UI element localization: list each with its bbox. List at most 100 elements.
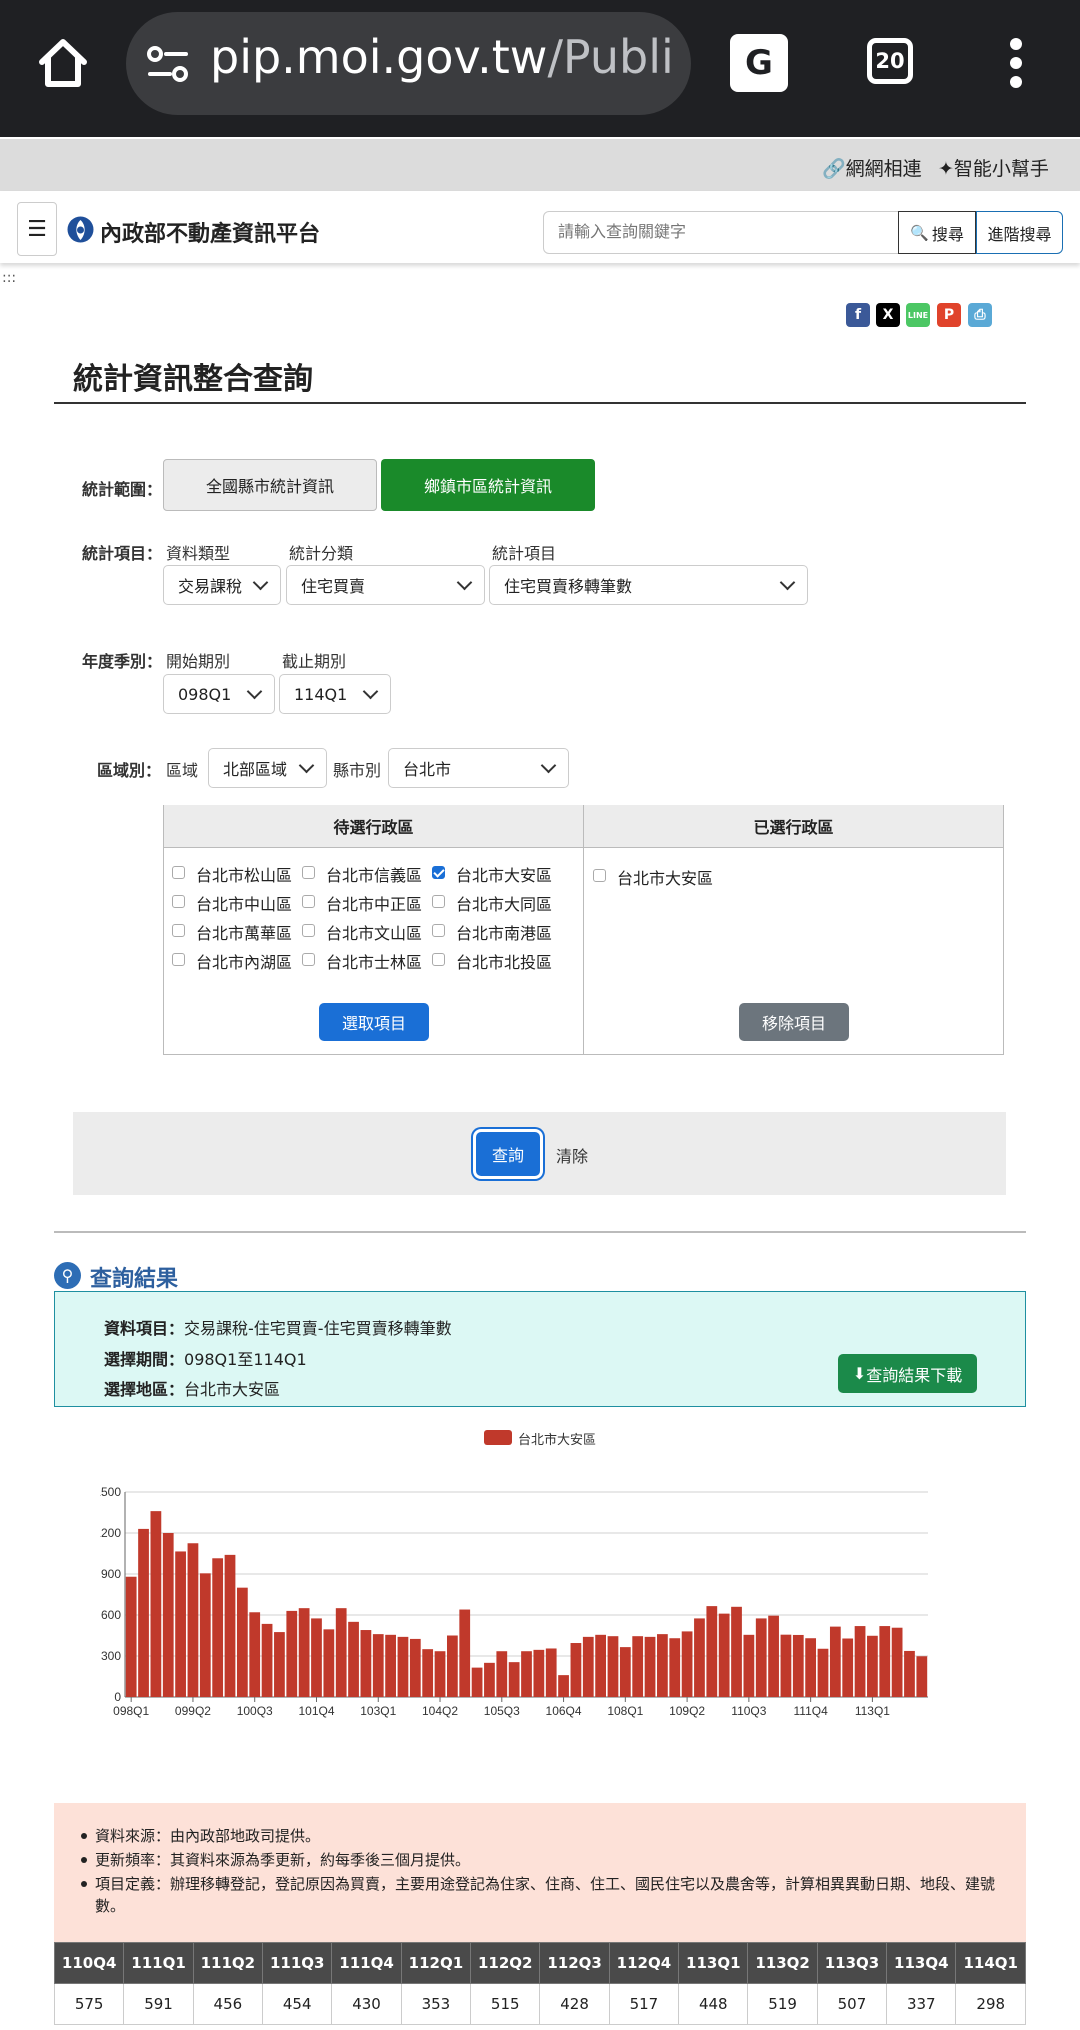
bar[interactable] [175, 1551, 186, 1697]
bar[interactable] [372, 1634, 384, 1697]
bar[interactable] [459, 1609, 471, 1697]
bar[interactable] [162, 1533, 174, 1697]
bar[interactable] [348, 1621, 359, 1697]
bar[interactable] [867, 1635, 878, 1697]
checkbox[interactable] [302, 924, 315, 937]
bar[interactable] [447, 1635, 458, 1698]
bar[interactable] [644, 1636, 656, 1697]
end-period-select[interactable]: 114Q1 [279, 674, 391, 714]
bar[interactable] [632, 1636, 644, 1697]
clear-button[interactable]: 清除 [556, 1143, 588, 1167]
bar[interactable] [829, 1626, 841, 1697]
bar[interactable] [582, 1636, 594, 1697]
checkbox[interactable] [302, 866, 315, 879]
checkbox[interactable] [172, 895, 185, 908]
bar[interactable] [187, 1543, 199, 1697]
bar[interactable] [780, 1634, 792, 1697]
checkbox[interactable] [302, 953, 315, 966]
links-link[interactable]: 🔗網網相連 [822, 154, 922, 181]
bar[interactable] [249, 1612, 261, 1697]
x-icon[interactable]: X [876, 303, 900, 327]
bar[interactable] [558, 1675, 569, 1697]
translate-icon[interactable]: G [730, 34, 788, 92]
checkbox[interactable] [302, 895, 315, 908]
county-select[interactable]: 台北市 [388, 748, 569, 788]
bar[interactable] [150, 1511, 162, 1697]
bar[interactable] [521, 1651, 532, 1697]
bar[interactable] [212, 1558, 224, 1697]
bar[interactable] [533, 1649, 545, 1697]
print-icon[interactable]: ⎙ [968, 303, 992, 327]
select-items-button[interactable]: 選取項目 [319, 1003, 429, 1041]
download-results-button[interactable]: ⬇ 查詢結果下載 [838, 1354, 977, 1393]
bar[interactable] [199, 1573, 211, 1697]
bar[interactable] [360, 1630, 372, 1697]
legend-label[interactable]: 台北市大安區 [518, 1429, 596, 1448]
legend-swatch[interactable] [484, 1430, 512, 1445]
bar[interactable] [792, 1634, 804, 1697]
tab-switcher-button[interactable]: 20 [867, 38, 913, 84]
bar[interactable] [731, 1606, 742, 1697]
bar[interactable] [669, 1638, 681, 1697]
bar[interactable] [657, 1634, 668, 1697]
bar[interactable] [471, 1667, 483, 1697]
bar[interactable] [274, 1632, 285, 1697]
bar[interactable] [496, 1651, 508, 1697]
bar[interactable] [508, 1662, 520, 1697]
bar[interactable] [286, 1610, 298, 1697]
bar[interactable] [768, 1615, 779, 1697]
line-icon[interactable]: LINE [906, 303, 930, 327]
query-button[interactable]: 查詢 [476, 1132, 540, 1176]
bar[interactable] [422, 1649, 434, 1697]
bar[interactable] [842, 1638, 854, 1697]
bar[interactable] [570, 1643, 582, 1697]
checkbox[interactable] [432, 895, 445, 908]
stat-item-select[interactable]: 住宅買賣移轉筆數 [489, 565, 808, 605]
bar[interactable] [335, 1608, 347, 1697]
bar[interactable] [805, 1638, 817, 1697]
home-icon[interactable] [36, 36, 90, 90]
bar[interactable] [854, 1626, 866, 1697]
data-type-select[interactable]: 交易課稅 [163, 565, 281, 605]
bar[interactable] [595, 1634, 606, 1697]
bar[interactable] [706, 1606, 718, 1697]
bar[interactable] [385, 1634, 396, 1697]
facebook-icon[interactable]: f [846, 303, 870, 327]
bar[interactable] [619, 1647, 631, 1697]
bar[interactable] [891, 1627, 903, 1697]
bar[interactable] [298, 1608, 310, 1697]
bar[interactable] [755, 1618, 767, 1697]
accesskey-marker[interactable]: ::: [2, 270, 16, 286]
checkbox[interactable] [172, 953, 185, 966]
bar[interactable] [125, 1576, 137, 1697]
bar[interactable] [916, 1656, 928, 1697]
bar[interactable] [545, 1648, 557, 1697]
region-select[interactable]: 北部區域 [208, 748, 327, 788]
scope-township-button[interactable]: 鄉鎮市區統計資訊 [381, 459, 595, 511]
bar[interactable] [138, 1528, 149, 1697]
site-title[interactable]: 內政部不動產資訊平台 [100, 216, 320, 248]
bar[interactable] [323, 1629, 335, 1697]
search-input[interactable] [543, 211, 899, 254]
checkbox[interactable] [172, 866, 185, 879]
assistant-link[interactable]: ✦智能小幫手 [938, 154, 1049, 181]
hamburger-menu-button[interactable]: ☰ [17, 202, 57, 256]
search-button[interactable]: 🔍 搜尋 [898, 211, 976, 254]
checkbox[interactable] [432, 953, 445, 966]
remove-items-button[interactable]: 移除項目 [739, 1003, 849, 1041]
site-settings-icon[interactable] [146, 44, 190, 84]
category-select[interactable]: 住宅買賣 [286, 565, 485, 605]
bar[interactable] [236, 1587, 248, 1697]
checkbox[interactable] [593, 869, 606, 882]
bar[interactable] [904, 1650, 915, 1697]
bar[interactable] [224, 1554, 236, 1697]
bar[interactable] [879, 1626, 891, 1697]
bar[interactable] [607, 1636, 619, 1697]
bar[interactable] [311, 1618, 322, 1697]
bar[interactable] [743, 1634, 755, 1697]
checkbox[interactable] [172, 924, 185, 937]
bar[interactable] [434, 1651, 446, 1697]
checkbox[interactable] [432, 866, 445, 879]
bar[interactable] [397, 1636, 409, 1697]
bar[interactable] [817, 1648, 829, 1697]
